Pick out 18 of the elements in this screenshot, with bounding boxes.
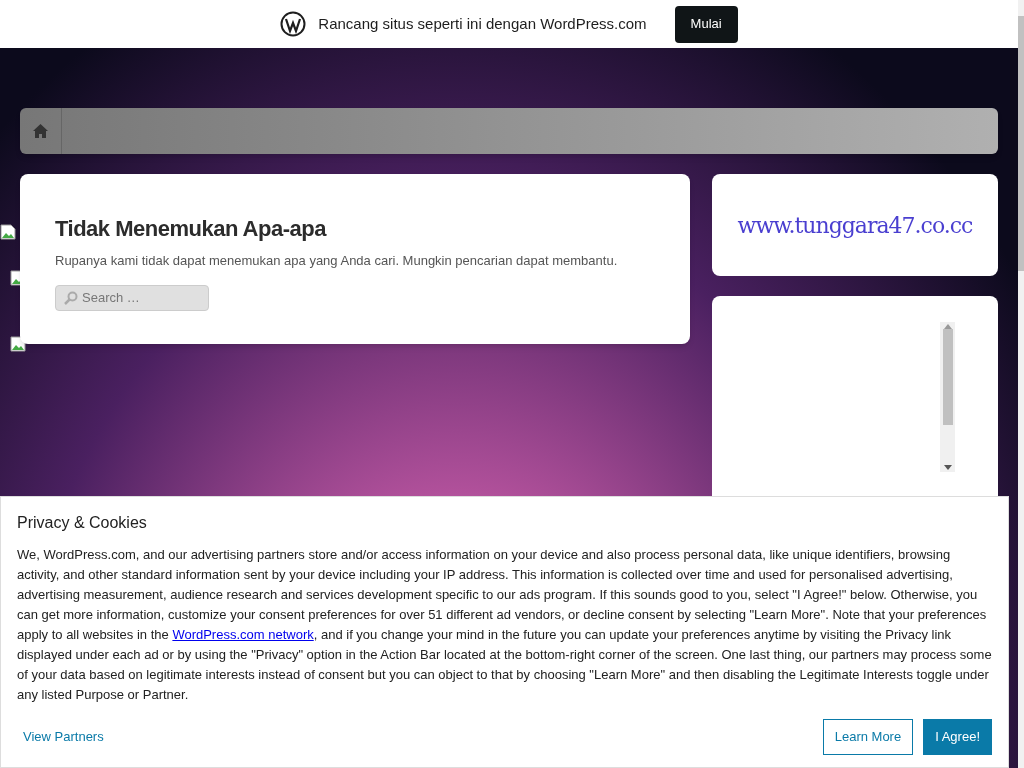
search-icon [64,290,78,305]
widget-scrollbar[interactable] [940,322,955,472]
network-link[interactable]: WordPress.com network [172,627,314,642]
site-logo: www.tunggara47.co.cc [737,211,973,240]
consent-title: Privacy & Cookies [17,513,148,533]
promo-text: Rancang situs seperti ini dengan WordPress.com [318,13,647,34]
wordpress-logo-icon [280,11,307,37]
page-title: Tidak Menemukan Apa-apa [55,215,328,243]
broken-image-icon [0,224,16,240]
agree-button[interactable]: I Agree! [923,719,992,755]
consent-text: We, WordPress.com, and our advertising partners store and/or access information on your device and also process personal data, like unique identifiers, browsing activity, and other standard information sent by your device including your IP address. This information is collected over time and used for personalised advertising, advertising measurement, audience research and services development specific to our ads program. If this sounds good to you, select "I Agree!" below. Otherwise, you can get more information, customize your consent preferences for over 51 different ad vendors, or decline consent by selecting "Learn More". Note that your preferences apply to all websites in the WordPress.com network, and if you change your mind in the future you can update your preferences anytime by visiting the Privacy link displayed under each ad or by using the "Privacy" option in the Action Bar located at the bottom-right corner of the screen. One last thing, our partners may process some of your data based on legitimate interests instead of consent but you can object to that by choosing "Learn More" and then disabling the Legitimate Interests toggle under any listed Purpose or Partner. [17,546,992,704]
learn-more-button[interactable]: Learn More [822,719,914,755]
home-icon [32,123,49,139]
start-button[interactable]: Mulai [674,5,738,43]
not-found-message: Rupanya kami tidak dapat menemukan apa yang Anda cari. Mungkin pencarian dapat membantu. [55,252,619,270]
search-field[interactable]: Search … [55,284,209,311]
view-partners-link[interactable]: View Partners [23,727,104,747]
scroll-down-icon[interactable] [943,465,952,470]
